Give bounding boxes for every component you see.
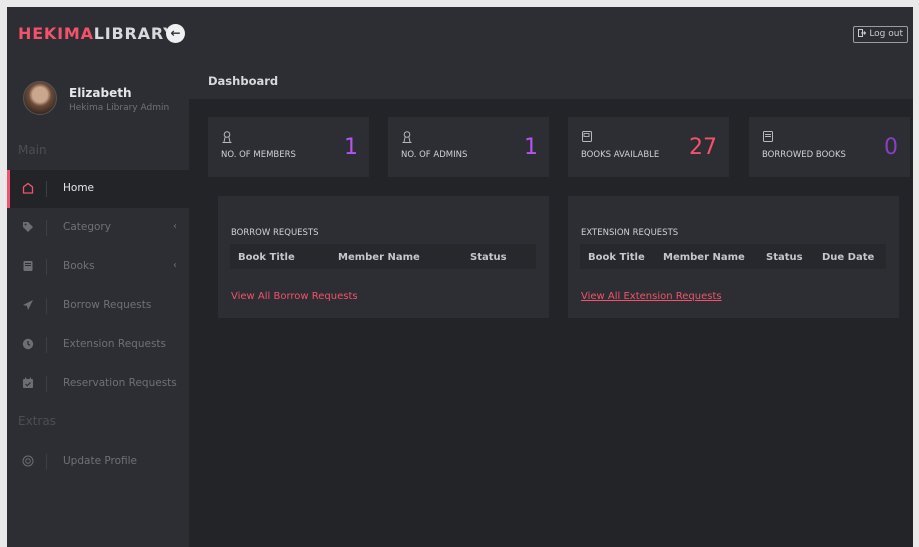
profile-card: Elizabeth Hekima Library Admin	[7, 59, 189, 131]
column-header[interactable]: Due Date	[822, 252, 874, 263]
book-icon	[763, 131, 774, 145]
panel-title: EXTENSION REQUESTS	[581, 228, 679, 238]
logout-label: Log out	[869, 29, 903, 39]
stat-label: BOOKS AVAILABLE	[581, 150, 660, 160]
paper-plane-icon	[21, 299, 35, 313]
chevron-left-icon: ‹	[173, 221, 177, 232]
settings-icon	[21, 455, 35, 469]
home-icon	[21, 182, 35, 196]
book-icon	[21, 260, 35, 274]
column-header[interactable]: Member Name	[338, 252, 420, 263]
column-header[interactable]: Book Title	[588, 252, 645, 263]
nav-separator	[46, 454, 47, 470]
borrow-requests-panel: BORROW REQUESTS Book Title Member Name S…	[218, 196, 549, 318]
sidebar-item-category[interactable]: Category ‹	[7, 209, 189, 247]
stat-label: NO. OF MEMBERS	[221, 150, 296, 160]
table-header: Book Title Member Name Status Due Date	[580, 244, 886, 269]
stat-value: 1	[524, 135, 538, 160]
page-title: Dashboard	[208, 74, 279, 88]
profile-role: Hekima Library Admin	[69, 103, 170, 113]
profile-name: Elizabeth	[69, 86, 132, 100]
view-all-extension-requests-link[interactable]: View All Extension Requests	[581, 291, 722, 302]
nav-separator	[46, 376, 47, 392]
brand-logo[interactable]: HEKIMALIBRARY	[18, 24, 175, 43]
stat-value: 0	[884, 135, 898, 160]
column-header[interactable]: Book Title	[238, 252, 295, 263]
stat-value: 1	[344, 135, 358, 160]
nav-separator	[46, 259, 47, 275]
sidebar-item-label: Books	[63, 260, 95, 272]
stat-label: BORROWED BOOKS	[762, 150, 846, 160]
sidebar-item-borrow-requests[interactable]: Borrow Requests	[7, 287, 189, 325]
user-icon	[402, 131, 412, 145]
sidebar-item-reservation-requests[interactable]: Reservation Requests	[7, 365, 189, 403]
brand-accent: HEKIMA	[18, 24, 94, 43]
sidebar-item-home[interactable]: Home	[7, 170, 189, 208]
book-icon	[582, 131, 593, 145]
app-window: HEKIMALIBRARY ← Log out Elizabeth Hekima…	[7, 7, 913, 547]
sidebar-item-label: Reservation Requests	[63, 377, 177, 389]
clock-icon	[21, 338, 35, 352]
extension-requests-panel: EXTENSION REQUESTS Book Title Member Nam…	[568, 196, 899, 318]
sidebar-item-label: Category	[63, 221, 111, 233]
avatar[interactable]	[23, 81, 57, 115]
column-header[interactable]: Status	[766, 252, 803, 263]
stat-card-members: NO. OF MEMBERS 1	[208, 117, 369, 177]
view-all-borrow-requests-link[interactable]: View All Borrow Requests	[231, 291, 358, 302]
panel-title: BORROW REQUESTS	[231, 228, 319, 238]
tag-icon	[21, 221, 35, 235]
nav-separator	[46, 220, 47, 236]
stat-label: NO. OF ADMINS	[401, 150, 468, 160]
page-header: Dashboard	[189, 59, 913, 99]
chevron-left-icon: ‹	[173, 260, 177, 271]
table-header: Book Title Member Name Status	[230, 244, 536, 269]
column-header[interactable]: Status	[470, 252, 507, 263]
stat-value: 27	[689, 135, 717, 160]
logout-button[interactable]: Log out	[853, 26, 908, 43]
sidebar-item-label: Borrow Requests	[63, 299, 152, 311]
nav-separator	[46, 181, 47, 197]
nav-separator	[46, 337, 47, 353]
user-icon	[222, 131, 232, 145]
nav-separator	[46, 298, 47, 314]
logout-icon	[858, 29, 869, 39]
sidebar-item-label: Home	[63, 182, 95, 194]
sidebar-item-label: Extension Requests	[63, 338, 167, 350]
column-header[interactable]: Member Name	[663, 252, 745, 263]
sidebar-item-extension-requests[interactable]: Extension Requests	[7, 326, 189, 364]
sidebar-toggle-button[interactable]: ←	[166, 24, 185, 43]
sidebar-item-books[interactable]: Books ‹	[7, 248, 189, 286]
sidebar-item-label: Update Profile	[63, 455, 138, 467]
brand-rest: LIBRARY	[93, 24, 176, 43]
stat-card-books-available: BOOKS AVAILABLE 27	[568, 117, 729, 177]
sidebar: Elizabeth Hekima Library Admin Main Home…	[7, 59, 189, 547]
sidebar-item-update-profile[interactable]: Update Profile	[7, 443, 189, 481]
arrow-left-icon: ←	[170, 26, 181, 40]
stat-card-borrowed-books: BORROWED BOOKS 0	[749, 117, 910, 177]
stat-card-admins: NO. OF ADMINS 1	[388, 117, 549, 177]
top-bar: HEKIMALIBRARY ← Log out	[7, 7, 913, 59]
section-title-main: Main	[18, 143, 47, 157]
calendar-check-icon	[21, 377, 35, 391]
section-title-extras: Extras	[18, 414, 56, 428]
